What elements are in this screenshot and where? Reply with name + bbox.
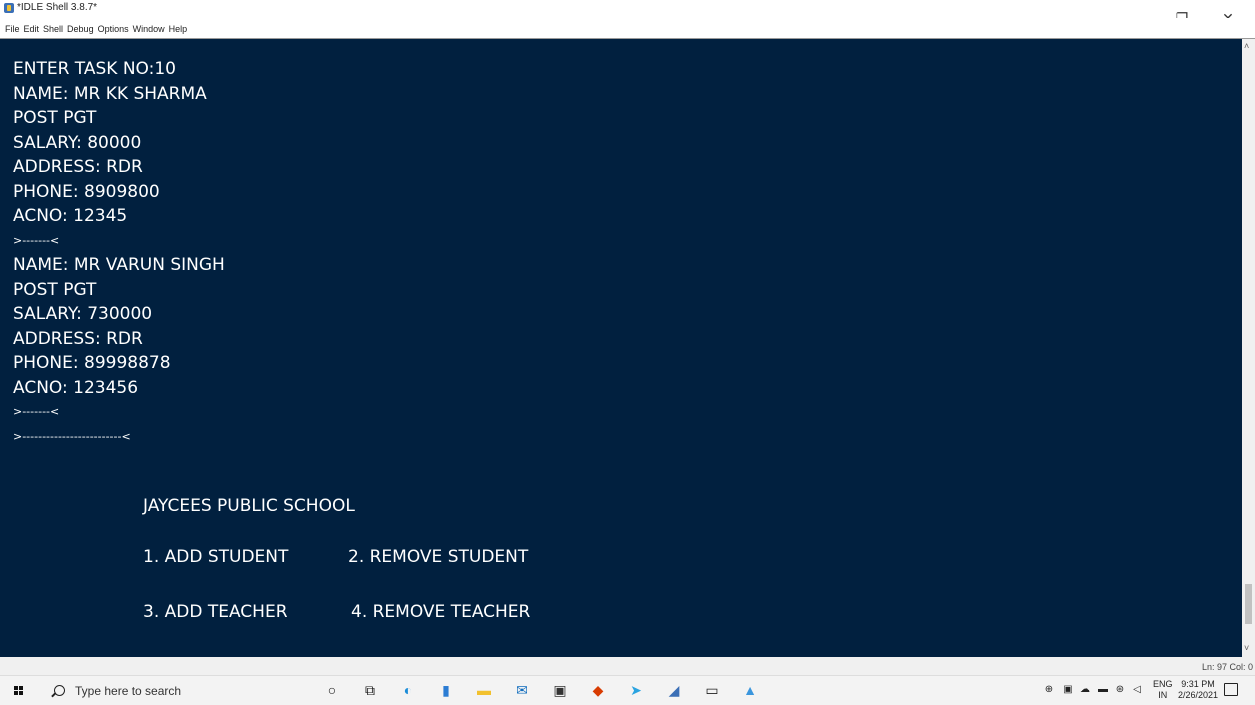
explorer-icon[interactable]: ▬ xyxy=(475,681,493,699)
people-icon[interactable]: ⊕ xyxy=(1043,684,1055,696)
option-remove-teacher: 4. REMOVE TEACHER xyxy=(351,602,531,622)
taskbar: Type here to search ○ ⧉ ◐ ▮ ▬ ✉ ▣ ◆ ➤ ◢ ▭ ▲ ⊕ ▣ ☁ ▬… xyxy=(0,675,1255,705)
shell-line: >-------< xyxy=(13,233,60,247)
shell-line: SALARY: 730000 xyxy=(13,304,153,324)
notification-icon[interactable] xyxy=(1224,683,1238,696)
window-title: *IDLE Shell 3.8.7* xyxy=(17,2,98,13)
idle-icon[interactable]: ◢ xyxy=(665,681,683,699)
edge-icon[interactable]: ◐ xyxy=(399,681,417,699)
school-name: JAYCEES PUBLIC SCHOOL xyxy=(143,496,355,516)
scroll-down-icon[interactable]: ˅ xyxy=(1244,643,1249,653)
shell-line: ADDRESS: RDR xyxy=(13,328,143,349)
menu-window[interactable]: Window xyxy=(131,18,167,34)
region-code: IN xyxy=(1158,690,1168,700)
option-add-teacher: 3. ADD TEACHER xyxy=(143,602,288,622)
menu-file[interactable]: File xyxy=(3,18,22,34)
volume-icon[interactable]: ◁ xyxy=(1131,684,1143,696)
clock-time: 9:31 PM xyxy=(1181,679,1215,689)
shell-line: NAME: MR VARUN SINGH xyxy=(13,255,225,275)
task-view-icon[interactable]: ⧉ xyxy=(361,681,379,699)
shell-line: PHONE: 89998878 xyxy=(13,353,171,373)
tray-app-icon[interactable]: ▣ xyxy=(1062,684,1074,696)
option-remove-student: 2. REMOVE STUDENT xyxy=(348,547,529,567)
windows-logo-icon xyxy=(14,686,24,696)
shell-line: >-------< xyxy=(13,405,60,418)
menu-bar: File Edit Shell Debug Options Window Help xyxy=(0,18,1255,39)
cortana-icon[interactable]: ○ xyxy=(323,681,341,699)
search-icon xyxy=(54,685,65,696)
menu-debug[interactable]: Debug xyxy=(65,18,96,34)
menu-shell[interactable]: Shell xyxy=(41,18,65,34)
shell-output[interactable]: ENTER TASK NO:10 NAME: MR KK SHARMA POST P… xyxy=(0,39,1242,657)
vertical-scrollbar[interactable]: ˄ ˅ xyxy=(1242,39,1255,657)
status-bar: Ln: 97 Col: 0 xyxy=(0,657,1255,675)
shell-line: ADDRESS: RDR xyxy=(13,157,143,177)
photos-icon[interactable]: ▲ xyxy=(741,681,759,699)
terminal-icon[interactable]: ▭ xyxy=(703,681,721,699)
menu-edit[interactable]: Edit xyxy=(22,18,42,34)
network-icon[interactable]: ⊛ xyxy=(1114,684,1126,696)
scroll-thumb[interactable] xyxy=(1245,584,1252,624)
menu-help[interactable]: Help xyxy=(167,18,190,34)
office-icon[interactable]: ◆ xyxy=(589,681,607,699)
telegram-icon[interactable]: ➤ xyxy=(627,681,645,699)
menu-options[interactable]: Options xyxy=(96,18,131,34)
search-placeholder: Type here to search xyxy=(75,684,182,698)
battery-icon[interactable]: ▬ xyxy=(1097,684,1109,696)
shell-line: NAME: MR KK SHARMA xyxy=(13,83,207,104)
shell-line: POST PGT xyxy=(13,108,97,128)
cloud-icon[interactable]: ☁ xyxy=(1079,684,1091,696)
shell-line: PHONE: 8909800 xyxy=(13,181,160,202)
mail-icon[interactable]: ✉ xyxy=(513,681,531,699)
cursor-position: Ln: 97 Col: 0 xyxy=(1201,662,1253,672)
store-icon[interactable]: ▣ xyxy=(551,681,569,699)
option-add-student: 1. ADD STUDENT xyxy=(143,547,289,567)
shell-line: ENTER TASK NO:10 xyxy=(13,59,176,79)
language-indicator[interactable]: ENG IN xyxy=(1153,679,1173,701)
shell-line: ACNO: 12345 xyxy=(13,206,128,226)
start-button[interactable] xyxy=(0,676,38,705)
idle-app-icon xyxy=(4,3,14,13)
taskbar-search[interactable]: Type here to search xyxy=(49,680,273,701)
title-bar: *IDLE Shell 3.8.7* – ❐ ✕ xyxy=(0,0,1255,26)
menu-items: File Edit Shell Debug Options Window Help xyxy=(3,18,189,37)
shell-lines: ENTER TASK NO:10 NAME: MR KK SHARMA POST P… xyxy=(13,57,225,449)
scroll-up-icon[interactable]: ˄ xyxy=(1244,41,1249,51)
lang-code: ENG xyxy=(1153,679,1173,689)
clock-date: 2/26/2021 xyxy=(1178,690,1219,700)
shell-line: SALARY: 80000 xyxy=(13,132,142,153)
shell-line: ACNO: 123456 xyxy=(13,377,139,398)
shell-line: POST PGT xyxy=(13,279,97,300)
shell-line: >-------------------------< xyxy=(13,429,131,443)
file-icon[interactable]: ▮ xyxy=(437,681,455,699)
clock[interactable]: 9:31 PM 2/26/2021 xyxy=(1178,679,1218,701)
